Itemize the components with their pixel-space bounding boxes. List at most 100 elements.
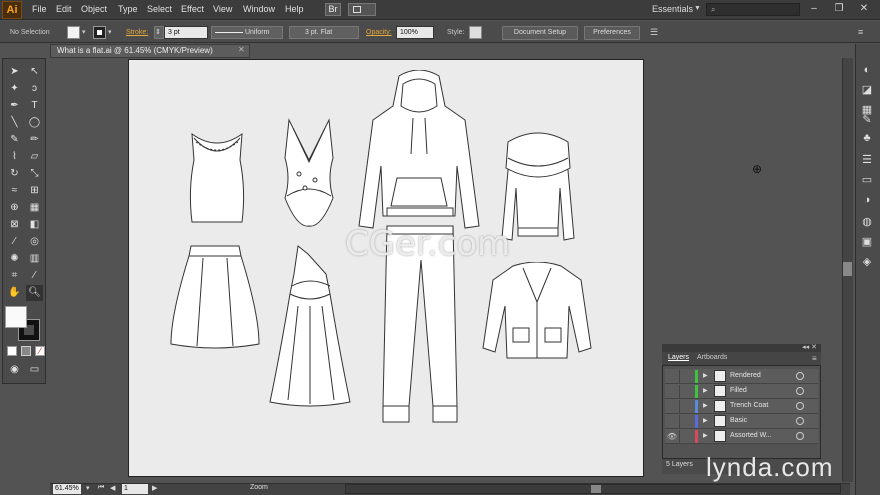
fill-color-box-front[interactable] [5,306,27,328]
dress-sketch[interactable] [268,244,352,408]
target-icon[interactable] [796,387,804,395]
menu-type[interactable]: Type [118,4,138,14]
arrange-documents-button[interactable] [348,3,376,16]
target-icon[interactable] [796,372,804,380]
eye-icon[interactable]: 👁︎ [665,430,679,443]
close-button[interactable]: ✕ [855,2,873,16]
color-panel-icon[interactable]: ◐ [859,62,875,78]
align-icon[interactable]: ☰ [650,27,658,38]
vertical-scroll-thumb[interactable] [843,262,852,276]
lasso-tool-icon[interactable]: ↄ [26,81,43,97]
menu-select[interactable]: Select [147,4,172,14]
expand-arrow-icon[interactable]: ▶ [703,372,708,379]
panel-menu-icon[interactable]: ≡ [858,27,863,37]
brush-definition[interactable]: 3 pt. Flat [289,26,359,39]
column-graph-tool-icon[interactable]: ▥ [26,251,43,267]
visibility-toggle[interactable] [665,370,679,383]
workspace-switcher[interactable]: Essentials [652,4,693,14]
target-icon[interactable] [796,432,804,440]
menu-edit[interactable]: Edit [56,4,72,14]
visibility-toggle[interactable] [665,400,679,413]
zoom-level-field[interactable]: 61.45% [53,484,81,494]
chevron-down-icon[interactable]: ▾ [86,484,90,492]
expand-arrow-icon[interactable]: ▶ [703,417,708,424]
layer-name[interactable]: Basic [730,417,747,424]
variable-width-profile[interactable]: Uniform [211,26,283,39]
direct-selection-tool-icon[interactable]: ↖ [26,64,43,80]
next-artboard-icon[interactable]: ▶ [152,484,157,492]
layer-row[interactable]: 👁︎ ▶ Assorted W... [665,429,818,444]
screen-mode-icon[interactable]: ▭ [26,362,43,378]
blob-brush-tool-icon[interactable]: ⌇ [6,149,23,165]
line-tool-icon[interactable]: ╲ [6,115,23,131]
visibility-toggle[interactable] [665,415,679,428]
skirt-sketch[interactable] [169,244,261,352]
ellipse-tool-icon[interactable]: ◯ [26,115,43,131]
collapse-icon[interactable]: ◂◂ ✕ [802,343,817,351]
menu-object[interactable]: Object [81,4,107,14]
target-icon[interactable] [796,402,804,410]
layer-name[interactable]: Trench Coat [730,402,768,409]
first-artboard-icon[interactable]: ⏮ [98,484,104,492]
expand-arrow-icon[interactable]: ▶ [703,387,708,394]
minimize-button[interactable]: – [805,2,823,16]
document-tab[interactable]: What is a flat.ai @ 61.45% (CMYK/Preview… [50,44,250,58]
menu-window[interactable]: Window [243,4,275,14]
panel-menu-icon[interactable]: ≡ [812,354,817,363]
stroke-panel-icon[interactable]: ☰ [859,152,875,168]
document-setup-button[interactable]: Document Setup [502,26,578,40]
previous-artboard-icon[interactable]: ◀ [110,484,115,492]
layer-name[interactable]: Assorted W... [730,432,772,439]
target-icon[interactable] [796,417,804,425]
lock-toggle[interactable] [679,430,693,443]
layer-row[interactable]: ▶ Filled [665,384,818,399]
lock-toggle[interactable] [679,400,693,413]
restore-button[interactable]: ❐ [830,2,848,16]
pencil-tool-icon[interactable]: ✏ [26,132,43,148]
visibility-toggle[interactable] [665,385,679,398]
search-input[interactable]: ⌕ [706,3,800,16]
artboard-number-field[interactable]: 1 [122,484,148,494]
color-mode-button[interactable] [7,346,17,356]
stroke-swatch[interactable] [93,26,106,39]
eraser-tool-icon[interactable]: ▱ [26,149,43,165]
tank-top-sketch[interactable] [186,130,248,226]
blend-tool-icon[interactable]: ◎ [26,234,43,250]
brushes-panel-icon[interactable]: ✎ [859,112,875,128]
selection-tool-icon[interactable]: ➤ [6,64,23,80]
appearance-panel-icon[interactable]: ◍ [859,214,875,230]
chevron-down-icon[interactable]: ▾ [108,28,112,36]
graphic-style-swatch[interactable] [469,26,482,39]
stroke-label[interactable]: Stroke: [126,29,148,36]
transparency-panel-icon[interactable]: ◑ [859,192,875,208]
jacket-sketch[interactable] [481,262,593,362]
stroke-stepper[interactable]: ⇕ [154,26,164,39]
mesh-tool-icon[interactable]: ⊠ [6,217,23,233]
warp-tool-icon[interactable]: ≈ [6,183,23,199]
artboard-tool-icon[interactable]: ⌗ [6,268,23,284]
bridge-button[interactable]: Br [325,3,341,16]
slice-tool-icon[interactable]: ⁄ [26,268,43,284]
paintbrush-tool-icon[interactable]: ✎ [6,132,23,148]
menu-help[interactable]: Help [285,4,304,14]
gradient-mode-button[interactable] [21,346,31,356]
layers-panel-header[interactable]: ◂◂ ✕ [662,344,821,352]
gradient-tool-icon[interactable]: ◧ [26,217,43,233]
preferences-button[interactable]: Preferences [584,26,640,40]
lock-toggle[interactable] [679,385,693,398]
expand-arrow-icon[interactable]: ▶ [703,402,708,409]
layer-name[interactable]: Rendered [730,372,761,379]
type-tool-icon[interactable]: T [26,98,43,114]
symbols-panel-icon[interactable]: ♣ [859,130,875,146]
tab-artboards[interactable]: Artboards [697,354,727,361]
perspective-grid-tool-icon[interactable]: ▦ [26,200,43,216]
hand-tool-icon[interactable]: ✋ [6,285,23,301]
zoom-tool-icon[interactable]: 🔍︎ [26,285,43,301]
scale-tool-icon[interactable]: ⤡ [26,166,43,182]
graphic-styles-icon[interactable]: ▣ [859,234,875,250]
lock-toggle[interactable] [679,415,693,428]
gradient-panel-icon[interactable]: ▭ [859,172,875,188]
free-transform-tool-icon[interactable]: ⊞ [26,183,43,199]
layer-row[interactable]: ▶ Rendered [665,369,818,384]
draw-mode-icon[interactable]: ◉ [6,362,23,378]
